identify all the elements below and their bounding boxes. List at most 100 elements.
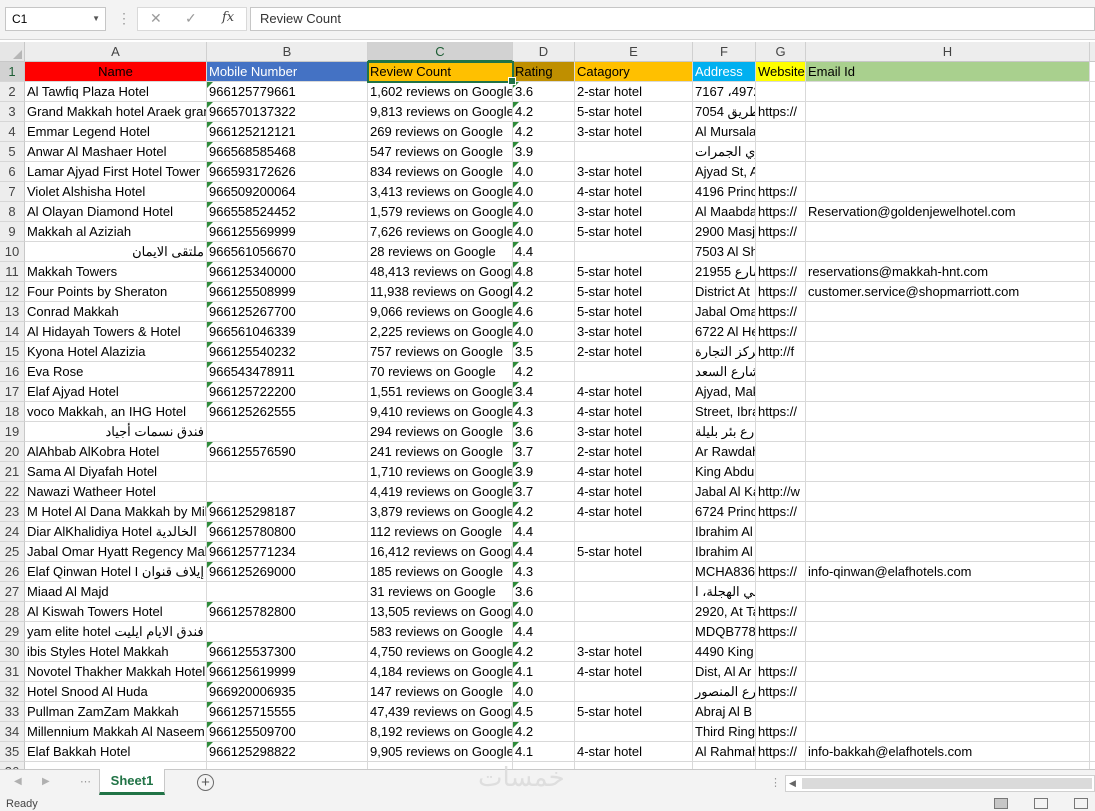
table-cell-category[interactable]: 3-star hotel <box>575 162 693 182</box>
table-cell-address[interactable] <box>693 762 756 769</box>
table-cell-mobile[interactable]: 966125779661 <box>207 82 368 102</box>
table-cell-extra[interactable] <box>1090 502 1095 522</box>
table-cell-mobile[interactable]: 966568585468 <box>207 142 368 162</box>
table-cell-category[interactable]: 5-star hotel <box>575 702 693 722</box>
table-cell-category[interactable]: 4-star hotel <box>575 482 693 502</box>
table-cell-reviews[interactable]: 147 reviews on Google <box>368 682 513 702</box>
table-cell-name[interactable]: Jabal Omar Hyatt Regency Makkah <box>25 542 207 562</box>
table-cell-email[interactable]: Reservation@goldenjewelhotel.com <box>806 202 1090 222</box>
row-header[interactable]: 36 <box>0 762 25 769</box>
table-cell-extra[interactable] <box>1090 182 1095 202</box>
table-cell-name[interactable]: Nawazi Watheer Hotel <box>25 482 207 502</box>
table-cell-rating[interactable]: 4.8 <box>513 262 575 282</box>
table-cell-name[interactable]: Elaf Bakkah Hotel <box>25 742 207 762</box>
table-cell-name[interactable] <box>25 762 207 769</box>
table-cell-address[interactable]: Ibrahim Al <box>693 542 756 562</box>
table-cell-mobile[interactable]: 966125508999 <box>207 282 368 302</box>
table-cell-mobile[interactable]: 966125298822 <box>207 742 368 762</box>
table-cell-address[interactable]: MDQB7788 <box>693 622 756 642</box>
table-cell-reviews[interactable]: 1,579 reviews on Google <box>368 202 513 222</box>
table-cell-reviews[interactable]: 241 reviews on Google <box>368 442 513 462</box>
table-cell-rating[interactable]: 4.0 <box>513 202 575 222</box>
table-cell-address[interactable]: 6722 Al He <box>693 322 756 342</box>
table-cell-extra[interactable] <box>1090 522 1095 542</box>
row-header[interactable]: 19 <box>0 422 25 442</box>
table-cell-address[interactable]: 4490 King <box>693 642 756 662</box>
table-cell-mobile[interactable]: 966125262555 <box>207 402 368 422</box>
row-header[interactable]: 12 <box>0 282 25 302</box>
table-cell-address[interactable]: Street, Ibra <box>693 402 756 422</box>
table-cell-rating[interactable]: 4.3 <box>513 402 575 422</box>
page-break-icon[interactable] <box>1074 798 1088 809</box>
row-header[interactable]: 26 <box>0 562 25 582</box>
table-cell-reviews[interactable]: 112 reviews on Google <box>368 522 513 542</box>
table-cell-rating[interactable]: 4.4 <box>513 522 575 542</box>
table-cell-address[interactable]: 4196 Prince <box>693 182 756 202</box>
table-cell-extra[interactable] <box>1090 542 1095 562</box>
row-header[interactable]: 22 <box>0 482 25 502</box>
table-cell-extra[interactable] <box>1090 82 1095 102</box>
table-cell-extra[interactable] <box>1090 662 1095 682</box>
table-cell-website[interactable] <box>756 382 806 402</box>
table-cell-address[interactable]: شارع السعد <box>693 362 756 382</box>
table-cell-address[interactable]: Dist, Al Ar <box>693 662 756 682</box>
row-header[interactable]: 18 <box>0 402 25 422</box>
table-cell-category[interactable]: 4-star hotel <box>575 462 693 482</box>
header-cell-mobile[interactable]: Mobile Number <box>207 62 368 82</box>
table-cell-mobile[interactable] <box>207 482 368 502</box>
table-cell-email[interactable] <box>806 302 1090 322</box>
row-header[interactable]: 7 <box>0 182 25 202</box>
table-cell-address[interactable]: Jabal Al Ka <box>693 482 756 502</box>
table-cell-category[interactable] <box>575 142 693 162</box>
table-cell-website[interactable] <box>756 582 806 602</box>
table-cell-mobile[interactable]: 966125540232 <box>207 342 368 362</box>
table-cell-email[interactable] <box>806 182 1090 202</box>
table-cell-extra[interactable] <box>1090 442 1095 462</box>
row-header[interactable]: 28 <box>0 602 25 622</box>
table-cell-website[interactable]: https:// <box>756 322 806 342</box>
table-cell-extra[interactable] <box>1090 122 1095 142</box>
table-cell-address[interactable]: شارع بئر بليلة <box>693 422 756 442</box>
table-cell-address[interactable]: Ajyad, Mak <box>693 382 756 402</box>
table-cell-email[interactable] <box>806 362 1090 382</box>
table-cell-reviews[interactable]: 547 reviews on Google <box>368 142 513 162</box>
table-cell-extra[interactable] <box>1090 302 1095 322</box>
table-cell-address[interactable]: مركز التجارة <box>693 342 756 362</box>
table-cell-address[interactable]: Al Maabda <box>693 202 756 222</box>
table-cell-name[interactable]: Lamar Ajyad First Hotel Tower <box>25 162 207 182</box>
table-cell-reviews[interactable]: 269 reviews on Google <box>368 122 513 142</box>
table-cell-extra[interactable] <box>1090 262 1095 282</box>
table-cell-website[interactable] <box>756 522 806 542</box>
table-cell-category[interactable]: 2-star hotel <box>575 82 693 102</box>
table-cell-email[interactable] <box>806 222 1090 242</box>
row-header[interactable]: 20 <box>0 442 25 462</box>
table-cell-name[interactable]: Kyona Hotel Alazizia <box>25 342 207 362</box>
table-cell-name[interactable]: Makkah al Aziziah <box>25 222 207 242</box>
table-cell-name[interactable]: Eva Rose <box>25 362 207 382</box>
table-cell-name[interactable]: Conrad Makkah <box>25 302 207 322</box>
table-cell-extra[interactable] <box>1090 402 1095 422</box>
table-cell-mobile[interactable]: 966125537300 <box>207 642 368 662</box>
table-cell-email[interactable] <box>806 682 1090 702</box>
table-cell-extra[interactable] <box>1090 762 1095 769</box>
enter-icon[interactable]: ✓ <box>185 10 197 27</box>
table-cell-reviews[interactable]: 3,879 reviews on Google <box>368 502 513 522</box>
table-cell-email[interactable] <box>806 582 1090 602</box>
row-header[interactable]: 29 <box>0 622 25 642</box>
table-cell-mobile[interactable]: 966125267700 <box>207 302 368 322</box>
row-header[interactable]: 15 <box>0 342 25 362</box>
table-cell-extra[interactable] <box>1090 162 1095 182</box>
table-cell-reviews[interactable]: 583 reviews on Google <box>368 622 513 642</box>
table-cell-reviews[interactable]: 7,626 reviews on Google <box>368 222 513 242</box>
table-cell-name[interactable]: Al Tawfiq Plaza Hotel <box>25 82 207 102</box>
name-box[interactable]: C1 ▼ <box>5 7 106 31</box>
row-header[interactable]: 5 <box>0 142 25 162</box>
table-cell-rating[interactable]: 3.7 <box>513 442 575 462</box>
table-cell-mobile[interactable]: 966125771234 <box>207 542 368 562</box>
table-cell-address[interactable]: Al Rahmah <box>693 742 756 762</box>
table-cell-reviews[interactable]: 294 reviews on Google <box>368 422 513 442</box>
table-cell-reviews[interactable]: 757 reviews on Google <box>368 342 513 362</box>
table-cell-rating[interactable]: 4.4 <box>513 622 575 642</box>
table-cell-name[interactable]: AlAhbab AlKobra Hotel <box>25 442 207 462</box>
table-cell-mobile[interactable]: 966125340000 <box>207 262 368 282</box>
